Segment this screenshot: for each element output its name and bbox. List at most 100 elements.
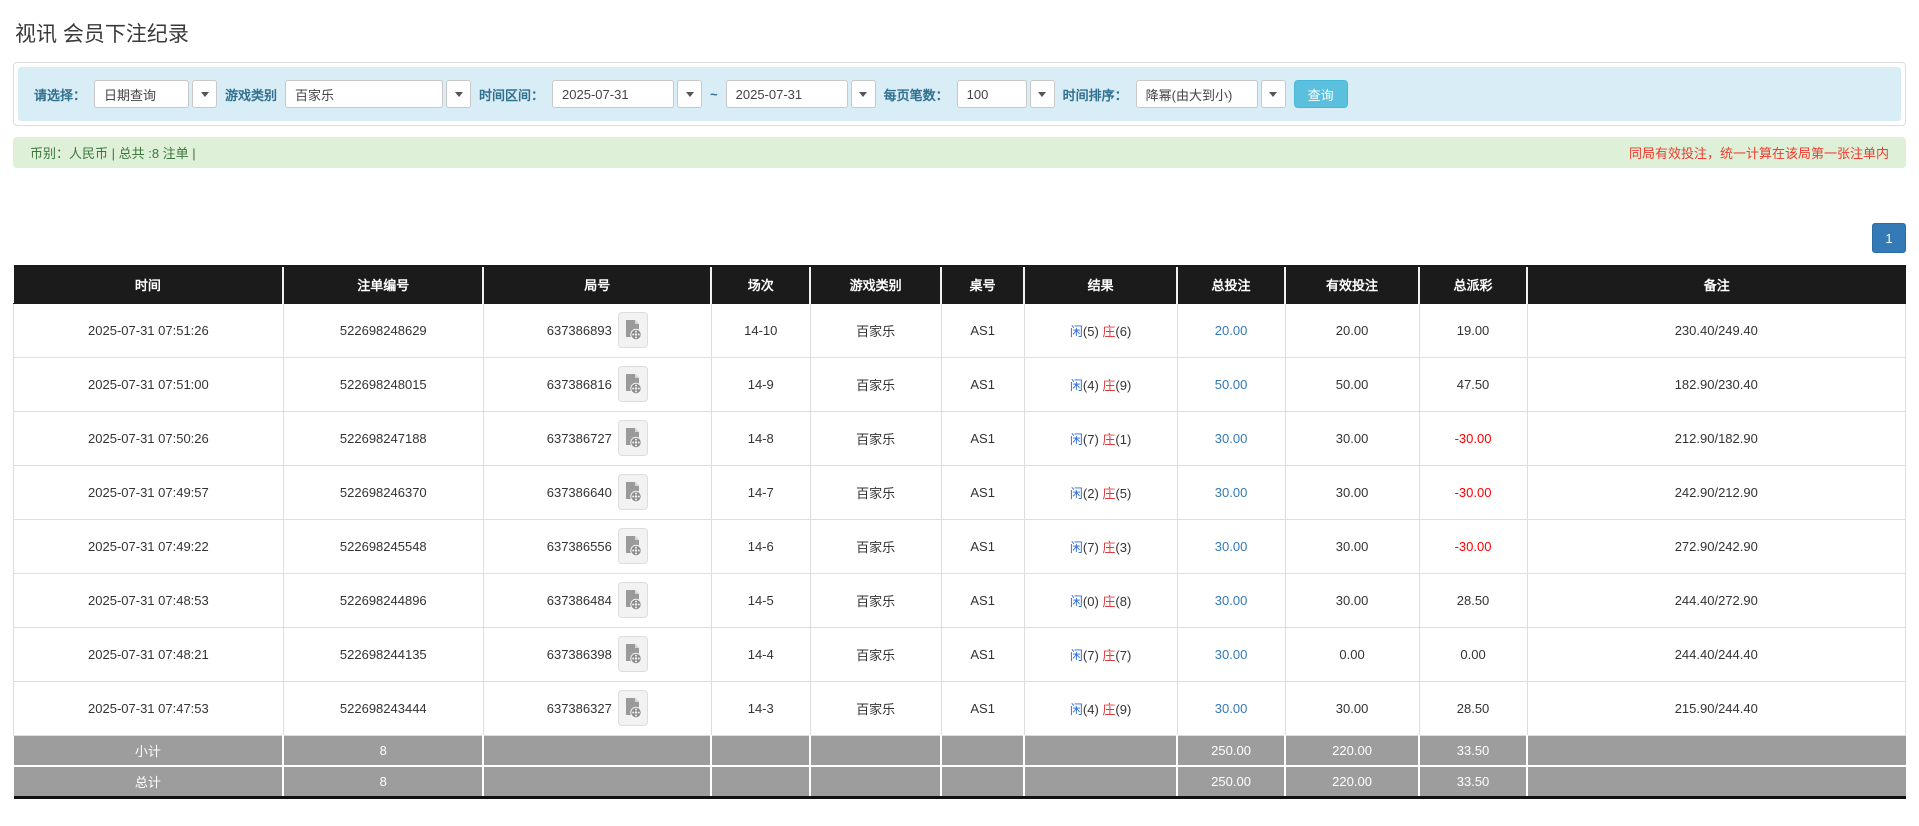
- video-record-icon: [625, 644, 642, 665]
- round-no-value: 637386327: [546, 700, 612, 716]
- banker-result-label: 庄: [1102, 323, 1116, 339]
- date-from-select[interactable]: 2025-07-31: [552, 80, 703, 108]
- col-note: 备注: [1526, 265, 1906, 304]
- total-bet-link[interactable]: 20.00: [1215, 323, 1248, 338]
- payout-cell: 0.00: [1418, 626, 1528, 682]
- subtotal-row: 小计 8 250.00 220.00 33.50: [13, 734, 1906, 766]
- note-cell: 212.90/182.90: [1526, 410, 1907, 466]
- total-bet-link[interactable]: 50.00: [1215, 377, 1248, 392]
- chevron-down-icon[interactable]: [1260, 80, 1286, 108]
- payout-cell: -30.00: [1418, 410, 1528, 466]
- query-type-select[interactable]: 日期查询: [94, 80, 218, 108]
- page: 视讯 会员下注纪录 请选择： 日期查询 游戏类别 百家乐 时间区间： 2025-…: [0, 0, 1919, 799]
- session-cell: 14-10: [710, 302, 811, 358]
- table-row: 2025-07-31 07:51:26 522698248629 6373868…: [13, 302, 1907, 358]
- total-bet-cell: 30.00: [1176, 410, 1286, 466]
- video-record-button[interactable]: [617, 420, 648, 456]
- total-bet-link[interactable]: 30.00: [1215, 647, 1248, 662]
- round-no-value: 637386727: [546, 430, 612, 446]
- total-bet-link[interactable]: 30.00: [1215, 539, 1248, 554]
- chevron-down-icon[interactable]: [1029, 80, 1055, 108]
- bet-no-cell: 522698245548: [282, 518, 484, 574]
- result-cell: 闲(4) 庄(9): [1023, 356, 1178, 412]
- query-type-value[interactable]: 日期查询: [94, 80, 190, 108]
- chevron-down-icon[interactable]: [677, 80, 703, 108]
- total-bet-cell: 30.00: [1176, 518, 1286, 574]
- video-record-icon: [625, 374, 642, 395]
- round-no-cell: 637386727: [482, 410, 712, 466]
- player-result-label: 闲: [1069, 647, 1083, 663]
- betting-records-table: 时间 注单编号 局号 场次 游戏类别 桌号 结果 总投注 有效投注 总派彩 备注…: [13, 265, 1907, 799]
- table-row: 2025-07-31 07:48:53 522698244896 6373864…: [13, 572, 1907, 628]
- time-range-label: 时间区间：: [479, 87, 545, 103]
- sort-value[interactable]: 降幂(由大到小): [1135, 80, 1258, 108]
- date-to-value[interactable]: 2025-07-31: [725, 80, 848, 108]
- note-cell: 182.90/230.40: [1526, 356, 1907, 412]
- total-bet-cell: 30.00: [1176, 626, 1286, 682]
- session-cell: 14-6: [710, 518, 811, 574]
- total-bet-link[interactable]: 30.00: [1215, 431, 1248, 446]
- table-no-cell: AS1: [940, 410, 1025, 466]
- result-cell: 闲(7) 庄(3): [1023, 518, 1178, 574]
- banker-result-label: 庄: [1102, 485, 1116, 501]
- note-cell: 272.90/242.90: [1526, 518, 1907, 574]
- table-row: 2025-07-31 07:47:53 522698243444 6373863…: [13, 680, 1907, 736]
- round-no-value: 637386816: [546, 376, 612, 392]
- video-record-button[interactable]: [617, 312, 648, 348]
- total-bet-cell: 30.00: [1176, 680, 1286, 736]
- player-result-value: (5): [1082, 323, 1099, 339]
- valid-bet-cell: 30.00: [1284, 410, 1420, 466]
- round-no-cell: 637386327: [482, 680, 712, 736]
- video-record-button[interactable]: [617, 690, 648, 726]
- video-record-button[interactable]: [617, 474, 648, 510]
- pagination: 1: [13, 223, 1906, 253]
- per-page-value[interactable]: 100: [956, 80, 1027, 108]
- per-page-select[interactable]: 100: [956, 80, 1055, 108]
- player-result-value: (7): [1082, 647, 1099, 663]
- round-no-cell: 637386398: [482, 626, 712, 682]
- date-from-value[interactable]: 2025-07-31: [552, 80, 675, 108]
- game-type-select[interactable]: 百家乐: [285, 80, 472, 108]
- total-bet-link[interactable]: 30.00: [1215, 485, 1248, 500]
- search-button[interactable]: 查询: [1293, 80, 1348, 108]
- table-no-cell: AS1: [940, 680, 1025, 736]
- game-type-cell: 百家乐: [809, 572, 942, 628]
- sort-select[interactable]: 降幂(由大到小): [1135, 80, 1286, 108]
- total-bet-link[interactable]: 30.00: [1215, 701, 1248, 716]
- video-record-button[interactable]: [617, 582, 648, 618]
- chevron-down-icon[interactable]: [850, 80, 876, 108]
- total-bet-cell: 30.00: [1176, 464, 1286, 520]
- player-result-label: 闲: [1069, 593, 1083, 609]
- video-record-button[interactable]: [617, 366, 648, 402]
- chevron-down-icon[interactable]: [446, 80, 472, 108]
- video-record-button[interactable]: [617, 636, 648, 672]
- total-bet-link[interactable]: 30.00: [1215, 593, 1248, 608]
- time-cell: 2025-07-31 07:48:21: [13, 626, 284, 682]
- game-type-cell: 百家乐: [809, 518, 942, 574]
- banker-result-label: 庄: [1102, 701, 1116, 717]
- round-no-cell: 637386893: [482, 302, 712, 358]
- result-cell: 闲(0) 庄(8): [1023, 572, 1178, 628]
- table-row: 2025-07-31 07:49:22 522698245548 6373865…: [13, 518, 1907, 574]
- banker-result-label: 庄: [1102, 377, 1116, 393]
- banker-result-value: (9): [1115, 701, 1132, 717]
- table-no-cell: AS1: [940, 572, 1025, 628]
- note-cell: 242.90/212.90: [1526, 464, 1907, 520]
- payout-cell: 19.00: [1418, 302, 1528, 358]
- banker-result-value: (1): [1115, 431, 1132, 447]
- range-separator: ~: [710, 86, 718, 102]
- game-type-label: 游戏类别: [225, 87, 278, 103]
- video-record-button[interactable]: [617, 528, 648, 564]
- total-bet-cell: 30.00: [1176, 572, 1286, 628]
- valid-bet-cell: 30.00: [1284, 572, 1420, 628]
- total-bet-cell: 50.00: [1176, 356, 1286, 412]
- time-cell: 2025-07-31 07:48:53: [13, 572, 284, 628]
- valid-bet-note-text: 同局有效投注，统一计算在该局第一张注单内: [1628, 146, 1889, 161]
- game-type-cell: 百家乐: [809, 356, 942, 412]
- chevron-down-icon[interactable]: [192, 80, 218, 108]
- game-type-value[interactable]: 百家乐: [285, 80, 444, 108]
- table-no-cell: AS1: [940, 302, 1025, 358]
- page-1-button[interactable]: 1: [1872, 223, 1906, 253]
- table-row: 2025-07-31 07:49:57 522698246370 6373866…: [13, 464, 1907, 520]
- date-to-select[interactable]: 2025-07-31: [725, 80, 876, 108]
